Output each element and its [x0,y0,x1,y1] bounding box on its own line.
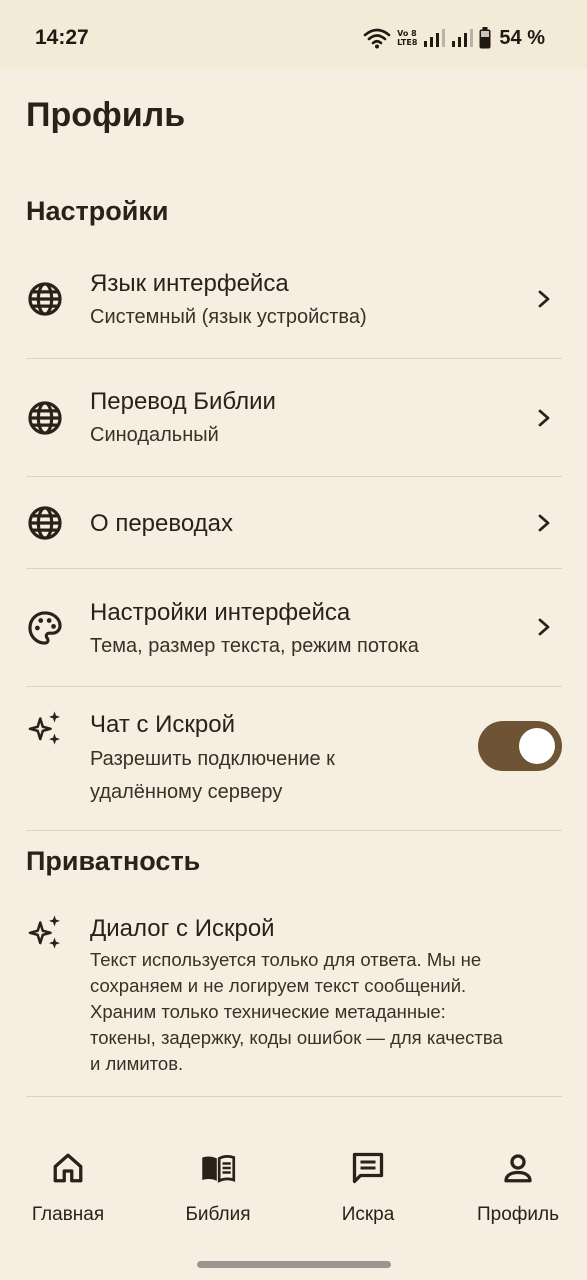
battery-percentage: 54 % [499,26,545,49]
network-label-bottom: LTE8 [397,38,418,47]
palette-icon [28,611,62,645]
chat-toggle-switch[interactable] [478,721,562,771]
bottom-navigation: Главная Библия Искра Профиль [0,1130,587,1280]
nav-home[interactable]: Главная [0,1150,138,1230]
setting-interface-settings[interactable]: Настройки интерфейса Тема, размер текста… [26,569,562,687]
setting-title: Чат с Искрой [90,711,235,738]
setting-title: Перевод Библии [90,388,276,415]
setting-title: Настройки интерфейса [90,599,351,626]
chevron-right-icon [538,618,550,636]
chat-icon [352,1152,384,1184]
home-icon [53,1153,83,1183]
sparkles-icon [28,711,61,745]
setting-subtitle: Тема, размер текста, режим потока [90,635,419,657]
toggle-knob [519,728,555,764]
setting-bible-translation[interactable]: Перевод Библии Синодальный [26,359,562,477]
nav-iskra[interactable]: Искра [298,1150,438,1230]
privacy-text-line: сохраняем и не логируем текст сообщений. [90,975,467,996]
nav-label: Искра [341,1204,395,1225]
chevron-right-icon [538,290,550,308]
globe-icon [28,506,62,540]
privacy-item-title: Диалог с Искрой [90,915,275,942]
nav-label: Профиль [476,1204,560,1225]
privacy-section-title: Приватность [26,846,201,876]
profile-icon [504,1154,532,1183]
setting-subtitle-line1: Разрешить подключение к [90,748,335,770]
signal-icon [424,29,446,47]
signal-icon-2 [452,29,474,47]
nav-label: Библия [185,1204,251,1225]
network-type-label: Vo 8 LTE8 [397,29,417,47]
status-icons: Vo 8 LTE8 54 % [363,24,545,52]
sparkles-icon [28,915,61,949]
setting-subtitle: Синодальный [90,424,219,446]
setting-interface-language[interactable]: Язык интерфейса Системный (язык устройст… [26,240,562,359]
battery-icon [479,27,491,49]
nav-bible[interactable]: Библия [148,1150,288,1230]
setting-subtitle: Системный (язык устройства) [90,306,367,328]
privacy-text-line: Храним только технические метаданные: [90,1001,446,1022]
chevron-right-icon [538,514,550,532]
privacy-text-line: токены, задержку, коды ошибок — для каче… [90,1027,503,1048]
setting-subtitle-line2: удалённому серверу [90,781,283,803]
globe-icon [28,282,62,316]
globe-icon [28,401,62,435]
page-title: Профиль [26,96,186,134]
network-label-top: Vo 8 [397,29,417,38]
setting-title: Язык интерфейса [90,270,289,297]
nav-profile[interactable]: Профиль [448,1150,587,1230]
wifi-icon [363,28,391,49]
privacy-text-line: и лимитов. [90,1053,184,1074]
chevron-right-icon [538,409,550,427]
setting-about-translations[interactable]: О переводах [26,477,562,569]
status-time: 14:27 [35,26,89,49]
book-icon [202,1155,236,1183]
status-bar: 14:27 Vo 8 LTE8 54 % [0,0,587,68]
settings-section-title: Настройки [26,196,169,226]
home-indicator[interactable] [197,1261,391,1268]
nav-label: Главная [31,1204,105,1225]
privacy-text-line: Текст используется только для ответа. Мы… [90,949,482,970]
setting-title: О переводах [90,510,234,537]
privacy-dialog-with-iskra: Диалог с Искрой Текст используется тольк… [26,895,562,1097]
setting-chat-with-iskra: Чат с Искрой Разрешить подключение к уда… [26,687,562,831]
